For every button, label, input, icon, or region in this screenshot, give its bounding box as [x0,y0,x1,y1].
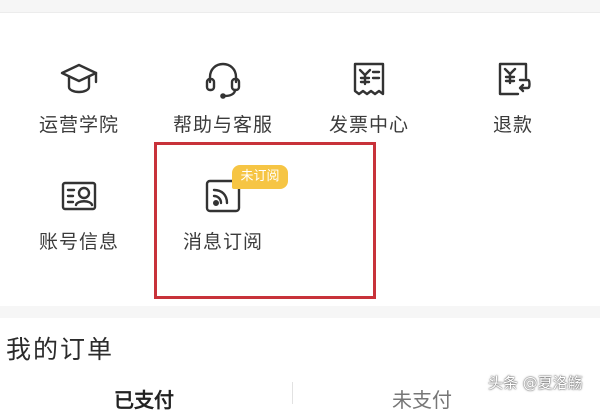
highlight-box [154,142,376,299]
my-orders-title: 我的订单 [6,335,115,364]
tab-unpaid[interactable]: 未支付 [392,384,452,414]
top-divider [0,12,600,13]
watermark-text: 头条 @夏洛觞 [488,374,583,392]
service-label: 退款 [492,114,533,136]
refund-icon [492,58,534,100]
service-account-info[interactable]: 账号信息 [19,175,139,265]
headset-icon [202,58,244,100]
service-label: 发票中心 [328,114,409,136]
invoice-icon [348,58,390,100]
service-invoice-center[interactable]: 发票中心 [309,58,429,148]
tab-paid[interactable]: 已支付 [114,384,174,414]
service-help-support[interactable]: 帮助与客服 [163,58,283,148]
top-band [0,0,600,12]
graduation-cap-icon [58,58,100,100]
tab-separator [292,382,293,404]
account-card-icon [58,175,100,217]
service-operation-academy[interactable]: 运营学院 [19,58,139,148]
service-label: 账号信息 [38,231,119,253]
service-label: 帮助与客服 [172,114,273,136]
service-label: 运营学院 [38,114,119,136]
section-divider [0,306,600,318]
service-refund[interactable]: 退款 [453,58,573,148]
